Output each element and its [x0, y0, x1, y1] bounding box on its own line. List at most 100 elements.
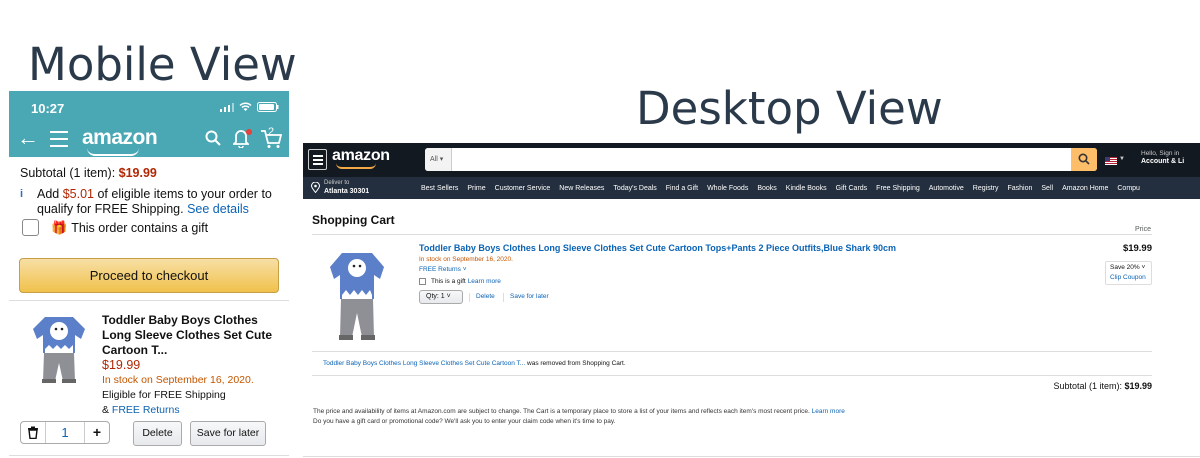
product-price: $19.99 [1122, 243, 1152, 254]
proceed-to-checkout-button[interactable]: Proceed to checkout [19, 258, 279, 293]
divider [312, 351, 1152, 352]
nav-link[interactable]: Gift Cards [836, 185, 868, 192]
nav-link[interactable]: Books [757, 185, 776, 192]
info-icon: i [20, 188, 24, 200]
deliver-location[interactable]: Atlanta 30301 [324, 188, 369, 195]
battery-icon [257, 102, 279, 112]
deliver-to-label[interactable]: Deliver to [324, 180, 349, 186]
free-shipping-message: i Add $5.01 of eligible items to your or… [20, 187, 282, 217]
hello-sign-in[interactable]: Hello, Sign in [1141, 150, 1179, 157]
nav-link[interactable]: Best Sellers [421, 185, 458, 192]
divider [312, 234, 1152, 235]
save-for-later-link[interactable]: Save for later [510, 293, 549, 300]
chevron-down-icon: ˅ [446, 293, 451, 300]
delete-link[interactable]: Delete [476, 293, 495, 300]
nav-links: Best Sellers Prime Customer Service New … [421, 177, 1140, 199]
nav-link[interactable]: Today's Deals [613, 185, 656, 192]
nav-link[interactable]: Fashion [1007, 185, 1032, 192]
search-icon [1078, 153, 1090, 165]
menu-icon[interactable] [50, 131, 68, 152]
returns-prefix: & [102, 404, 112, 416]
nav-link[interactable]: Prime [467, 185, 485, 192]
chevron-down-icon: ˅ [462, 266, 467, 273]
stock-status: In stock on September 16, 2020. [102, 374, 254, 386]
learn-more-link[interactable]: Learn more [812, 408, 845, 415]
search-bar[interactable]: All ▾ [425, 148, 1097, 171]
delete-button[interactable]: Delete [133, 421, 182, 446]
free-returns-link[interactable]: FREE Returns ˅ [419, 266, 467, 273]
gift-label: This order contains a gift [71, 220, 209, 235]
mobile-status-bar: 10:27 [9, 91, 289, 124]
shopping-cart-heading: Shopping Cart [312, 213, 395, 227]
quantity-label: Qty: 1 [426, 293, 445, 300]
subtotal-price: $19.99 [118, 166, 157, 180]
divider [312, 375, 1152, 376]
amazon-smile-icon [87, 148, 139, 156]
product-price: $19.99 [102, 358, 141, 372]
chevron-down-icon: ˅ [1141, 264, 1146, 271]
nav-link[interactable]: Registry [973, 185, 999, 192]
location-pin-icon [311, 182, 320, 193]
menu-icon[interactable] [308, 149, 327, 170]
removed-text: was removed from Shopping Cart. [525, 360, 626, 367]
free-shipping-eligibility: Eligible for FREE Shipping [102, 389, 226, 401]
us-flag-icon[interactable] [1105, 157, 1117, 165]
nav-link[interactable]: Sell [1041, 185, 1053, 192]
gift-option[interactable]: This is a gift Learn more [419, 278, 501, 285]
subtotal-label: Subtotal (1 item): [1053, 381, 1125, 391]
product-image[interactable] [326, 241, 388, 345]
mobile-subtotal: Subtotal (1 item): $19.99 [20, 166, 157, 180]
disclaimer-text: The price and availability of items at A… [313, 408, 812, 415]
search-icon[interactable] [205, 130, 221, 146]
nav-link[interactable]: Customer Service [495, 185, 551, 192]
product-title[interactable]: Toddler Baby Boys Clothes Long Sleeve Cl… [102, 313, 280, 358]
nav-link[interactable]: Compu [1117, 185, 1140, 192]
notification-dot [246, 129, 252, 135]
subtotal-label: Subtotal (1 item): [20, 166, 119, 180]
search-category-label: All [430, 156, 438, 163]
shipping-text: Add [37, 187, 63, 201]
free-returns-label: FREE Returns [419, 266, 461, 273]
desktop-screen: amazon All ▾ ▼ Hello, Sign in Account & … [303, 143, 1200, 458]
quantity-select[interactable]: Qty: 1 ˅ [419, 290, 463, 304]
gift-checkbox[interactable] [419, 278, 426, 285]
account-and-lists[interactable]: Account & Li [1141, 158, 1184, 165]
save-for-later-button[interactable]: Save for later [190, 421, 266, 446]
quantity-stepper[interactable]: 1 + [20, 421, 110, 444]
status-time: 10:27 [31, 101, 65, 116]
signal-icon [220, 102, 234, 112]
free-returns-link[interactable]: FREE Returns [112, 404, 180, 416]
nav-link[interactable]: Free Shipping [876, 185, 920, 192]
increase-quantity-button[interactable]: + [85, 422, 109, 443]
nav-link[interactable]: Amazon Home [1062, 185, 1108, 192]
trash-icon[interactable] [21, 422, 45, 443]
amazon-logo[interactable]: amazon [82, 126, 158, 150]
mobile-view-title: Mobile View [28, 38, 297, 91]
nav-link[interactable]: New Releases [559, 185, 604, 192]
learn-more-link[interactable]: Learn more [468, 278, 501, 285]
desktop-view-title: Desktop View [636, 82, 943, 135]
mobile-screen: 10:27 ← amazon 2 Subtotal (1 item): $19.… [9, 91, 289, 458]
clip-coupon-link[interactable]: Clip Coupon [1110, 273, 1151, 283]
subtotal-price: $19.99 [1124, 381, 1152, 391]
gift-icon: 🎁 [51, 219, 68, 235]
divider [503, 293, 504, 302]
divider [303, 456, 1200, 457]
gift-checkbox[interactable] [22, 219, 39, 236]
coupon-box[interactable]: Save 20% ˅ Clip Coupon [1105, 261, 1152, 285]
search-category-select[interactable]: All ▾ [425, 148, 452, 171]
removed-item-link[interactable]: Toddler Baby Boys Clothes Long Sleeve Cl… [323, 360, 525, 367]
nav-link[interactable]: Find a Gift [666, 185, 698, 192]
product-image[interactable] [27, 309, 91, 387]
cart-disclaimer: The price and availability of items at A… [313, 407, 845, 427]
back-arrow-icon[interactable]: ← [17, 127, 39, 149]
chevron-down-icon: ▼ [1119, 156, 1125, 162]
gift-option[interactable]: 🎁 This order contains a gift [22, 219, 208, 236]
see-details-link[interactable]: See details [187, 202, 249, 216]
search-button[interactable] [1071, 148, 1097, 171]
product-title-link[interactable]: Toddler Baby Boys Clothes Long Sleeve Cl… [419, 243, 896, 253]
price-column-label: Price [1135, 226, 1151, 233]
nav-link[interactable]: Whole Foods [707, 185, 748, 192]
nav-link[interactable]: Kindle Books [786, 185, 827, 192]
nav-link[interactable]: Automotive [929, 185, 964, 192]
